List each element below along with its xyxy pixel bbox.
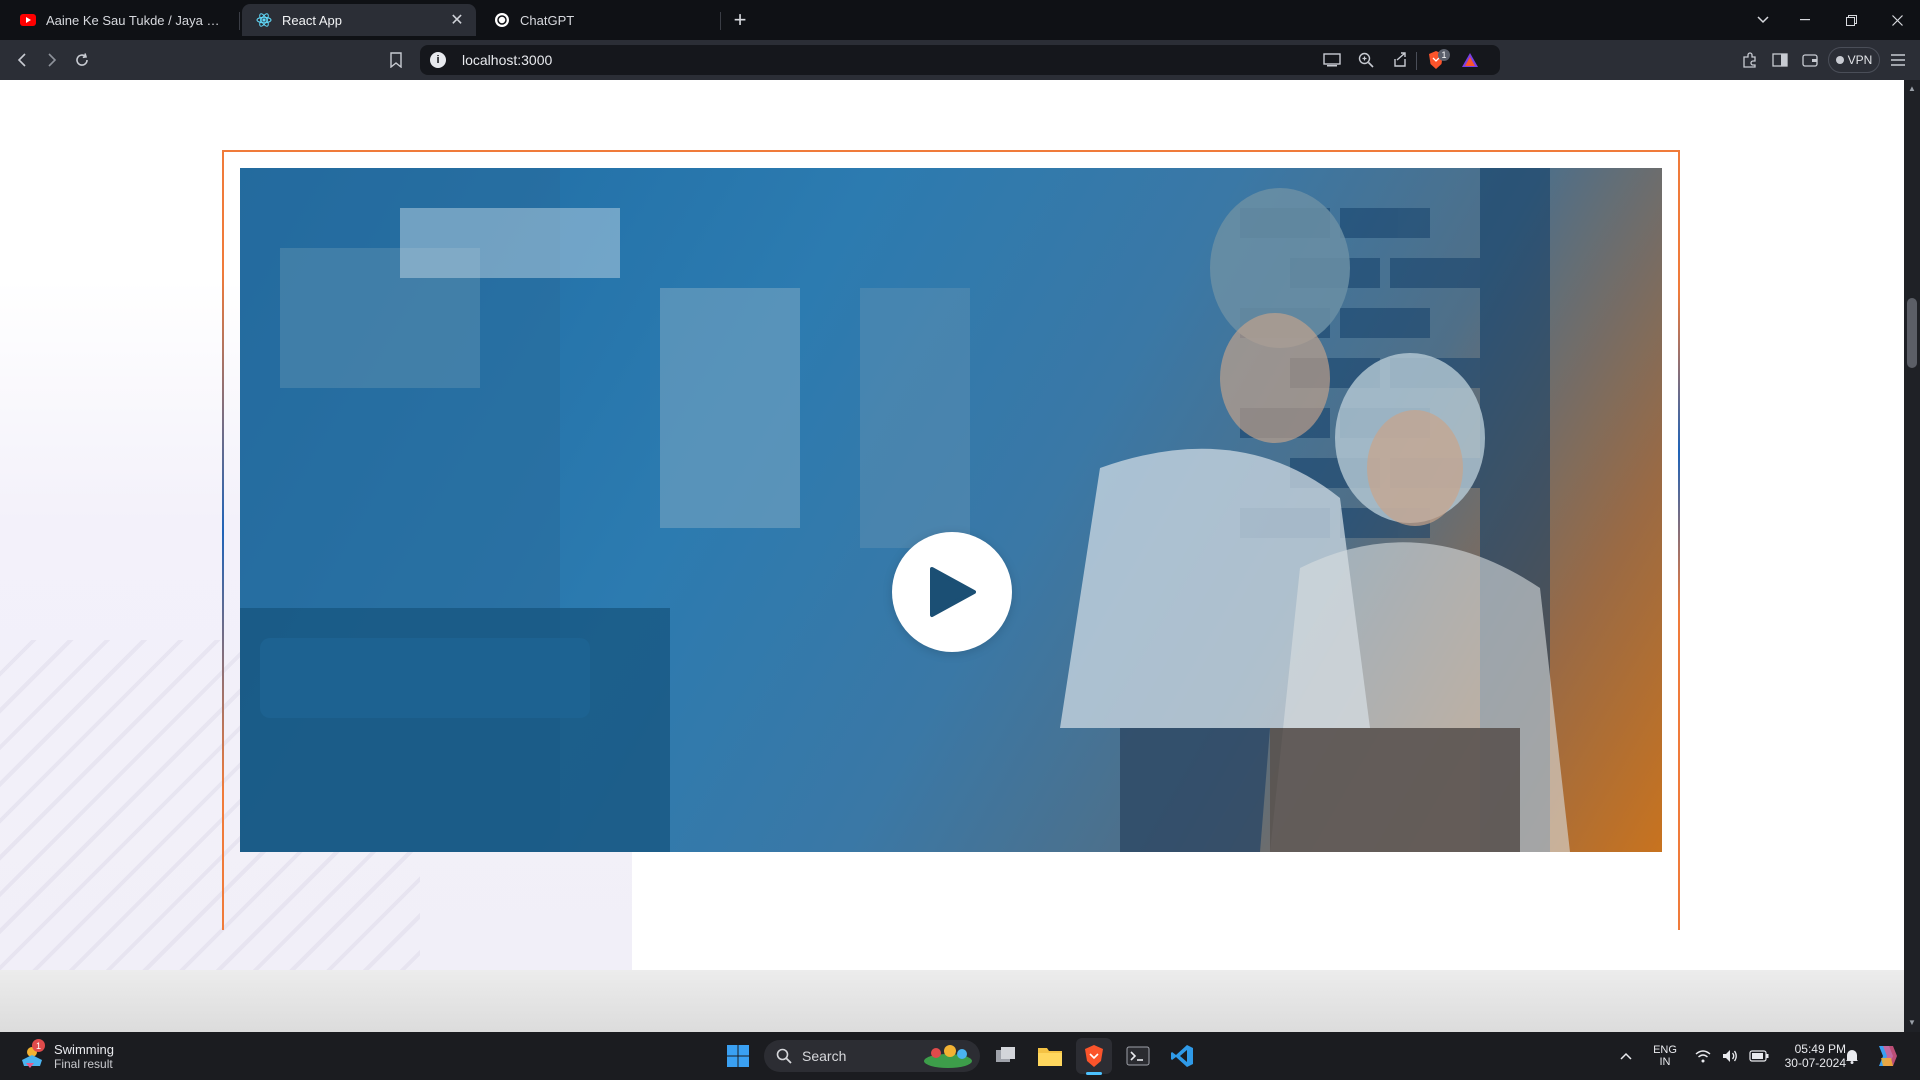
close-icon[interactable]: ✕ [448, 11, 466, 29]
vpn-button[interactable]: VPN [1828, 47, 1880, 73]
menu-icon[interactable] [1886, 48, 1910, 72]
vscode-icon [1171, 1045, 1193, 1067]
page-viewport [0, 80, 1904, 1032]
play-icon [930, 567, 976, 617]
chevron-up-icon[interactable] [1614, 1044, 1638, 1068]
vscode-button[interactable] [1164, 1038, 1200, 1074]
tab-strip: Aaine Ke Sau Tukde / Jaya Parda / Ji Rea… [0, 0, 1920, 40]
vpn-status-icon [1835, 56, 1844, 64]
chatgpt-icon [494, 12, 510, 28]
copilot-icon[interactable] [1872, 1042, 1900, 1070]
weather-widget[interactable]: 1 Swimming Final result [18, 1036, 168, 1076]
widget-title: Swimming [54, 1041, 114, 1057]
language-indicator[interactable]: ENG IN [1648, 1040, 1682, 1072]
file-explorer-button[interactable] [1032, 1038, 1068, 1074]
scroll-up-icon[interactable]: ▲ [1907, 84, 1917, 94]
youtube-icon [20, 12, 36, 28]
terminal-button[interactable] [1120, 1038, 1156, 1074]
scrollbar[interactable] [1904, 80, 1920, 1032]
tab-react-app[interactable]: React App ✕ [242, 4, 476, 36]
bookmark-icon[interactable] [384, 48, 408, 72]
tab-label: React App [282, 12, 342, 28]
react-icon [256, 12, 272, 28]
start-button[interactable] [720, 1038, 756, 1074]
folder-icon [1038, 1048, 1062, 1066]
notification-bell-icon[interactable] [1842, 1046, 1862, 1066]
terminal-icon [1126, 1046, 1150, 1066]
taskbar-search[interactable]: Search [764, 1040, 980, 1072]
cast-icon[interactable] [1320, 48, 1344, 72]
clock-date: 30-07-2024 [1784, 1056, 1846, 1070]
share-icon[interactable] [1388, 48, 1412, 72]
wifi-icon [1695, 1049, 1711, 1062]
wallet-icon[interactable] [1798, 48, 1822, 72]
volume-icon [1722, 1050, 1737, 1062]
sidebar-icon[interactable] [1768, 48, 1792, 72]
active-app-indicator [1086, 1072, 1102, 1075]
next-section-background [0, 970, 1904, 1032]
brave-taskbar-button[interactable] [1076, 1038, 1112, 1074]
video-thumbnail[interactable] [240, 168, 1662, 852]
new-tab-button[interactable]: + [726, 6, 754, 34]
clock-time: 05:49 PM [1794, 1042, 1846, 1056]
tab-label: ChatGPT [520, 12, 575, 28]
tab-chatgpt[interactable]: ChatGPT [480, 4, 720, 36]
site-info-icon[interactable]: i [430, 52, 446, 68]
zoom-icon[interactable] [1354, 48, 1378, 72]
brave-icon [1085, 1045, 1103, 1067]
widget-subtitle: Final result [54, 1056, 113, 1071]
battery-icon [1749, 1050, 1769, 1062]
windows-icon [727, 1045, 749, 1067]
tab-label: Aaine Ke Sau Tukde / Jaya Parda / Ji [46, 12, 228, 28]
minimize-button[interactable] [1782, 0, 1828, 40]
tab-search-chevron-icon[interactable] [1740, 0, 1786, 40]
play-button[interactable] [892, 532, 1012, 652]
restore-button[interactable] [1828, 0, 1874, 40]
search-icon [776, 1048, 792, 1064]
close-window-button[interactable] [1874, 0, 1920, 40]
forward-icon[interactable] [40, 48, 64, 72]
search-highlight-icon [924, 1045, 972, 1068]
address-text: localhost:3000 [462, 52, 553, 68]
vpn-label: VPN [1847, 53, 1873, 67]
language-line1: ENG [1653, 1044, 1677, 1056]
brave-rewards-icon[interactable] [1458, 48, 1482, 72]
widget-badge: 1 [32, 1039, 45, 1052]
task-view-button[interactable] [988, 1038, 1024, 1074]
extensions-icon[interactable] [1738, 48, 1762, 72]
language-line2: IN [1659, 1056, 1671, 1068]
back-icon[interactable] [10, 48, 34, 72]
swimming-icon: 1 [18, 1039, 46, 1070]
scroll-down-icon[interactable]: ▼ [1907, 1018, 1917, 1028]
shields-count-badge: 1 [1438, 49, 1450, 61]
task-view-icon [996, 1047, 1015, 1062]
reload-icon[interactable] [70, 48, 94, 72]
search-label: Search [802, 1048, 847, 1064]
tab-youtube[interactable]: Aaine Ke Sau Tukde / Jaya Parda / Ji [6, 4, 238, 36]
system-tray[interactable] [1690, 1046, 1774, 1066]
scrollbar-thumb[interactable] [1907, 298, 1917, 368]
clock[interactable]: 05:49 PM 30-07-2024 [1772, 1040, 1846, 1072]
